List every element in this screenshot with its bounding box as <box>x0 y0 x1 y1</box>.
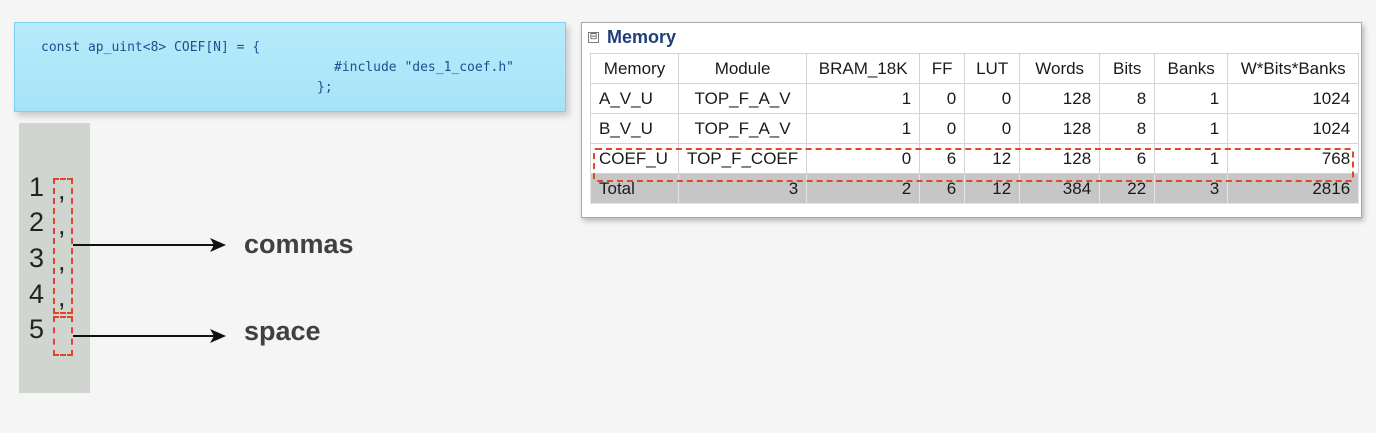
column-header-banks[interactable]: Banks <box>1154 53 1229 84</box>
cell-lut: 0 <box>964 113 1021 144</box>
cell-module: TOP_F_A_V <box>677 83 808 114</box>
cell-module: TOP_F_A_V <box>677 113 808 144</box>
memory-panel-header[interactable]: ⊟ Memory <box>588 25 676 49</box>
space-label: space <box>244 316 321 346</box>
cell-wbitsbanks: 1024 <box>1227 113 1360 144</box>
column-header-wbitsbanks[interactable]: W*Bits*Banks <box>1227 53 1360 84</box>
column-header-ff[interactable]: FF <box>919 53 966 84</box>
commas-label: commas <box>244 229 354 259</box>
column-header-words[interactable]: Words <box>1019 53 1101 84</box>
cell-lut: 0 <box>964 83 1021 114</box>
cell-words: 128 <box>1019 83 1101 114</box>
cell-bits: 8 <box>1099 113 1156 144</box>
table-row[interactable]: B_V_U TOP_F_A_V 1 0 0 128 8 1 1024 <box>590 113 1360 144</box>
cell-bram: 1 <box>806 83 921 114</box>
commas-arrow <box>73 238 226 252</box>
cell-memory: A_V_U <box>590 83 679 114</box>
column-header-memory[interactable]: Memory <box>590 53 679 84</box>
coef-row-highlight-box <box>593 148 1354 182</box>
column-header-lut[interactable]: LUT <box>964 53 1021 84</box>
cell-wbitsbanks: 1024 <box>1227 83 1360 114</box>
cell-banks: 1 <box>1154 113 1229 144</box>
column-header-module[interactable]: Module <box>677 53 808 84</box>
space-arrow <box>73 329 226 343</box>
cell-ff: 0 <box>919 83 966 114</box>
column-header-bits[interactable]: Bits <box>1099 53 1156 84</box>
cell-bram: 1 <box>806 113 921 144</box>
collapse-icon[interactable]: ⊟ <box>588 31 599 43</box>
column-header-bram[interactable]: BRAM_18K <box>806 53 921 84</box>
table-header-row: Memory Module BRAM_18K FF LUT Words Bits… <box>590 53 1360 84</box>
cell-ff: 0 <box>919 113 966 144</box>
cell-banks: 1 <box>1154 83 1229 114</box>
memory-report-panel: ⊟ Memory Memory Module BRAM_18K FF LUT W… <box>581 22 1362 218</box>
table-row[interactable]: A_V_U TOP_F_A_V 1 0 0 128 8 1 1024 <box>590 83 1360 114</box>
cell-words: 128 <box>1019 113 1101 144</box>
memory-panel-title: Memory <box>607 26 677 47</box>
cell-bits: 8 <box>1099 83 1156 114</box>
cell-memory: B_V_U <box>590 113 679 144</box>
